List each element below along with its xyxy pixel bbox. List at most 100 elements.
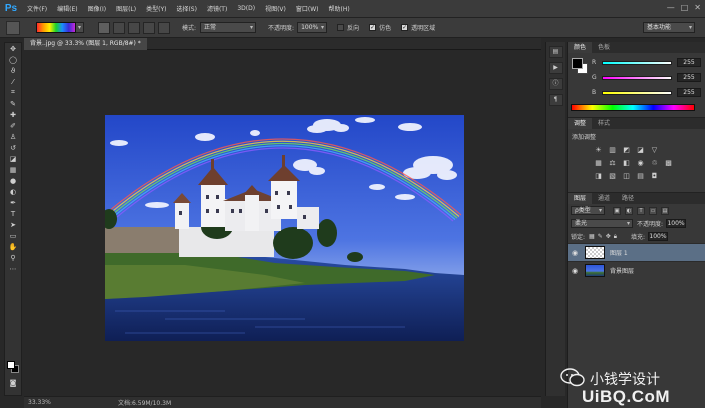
lock-position-icon[interactable]: ✥ [606,233,611,241]
red-value-field[interactable]: 255 [677,58,701,67]
color-lookup-icon[interactable]: ▩ [664,159,673,168]
curves-icon[interactable]: ◩ [622,146,631,155]
tab-adjustments[interactable]: 调整 [568,118,593,129]
tab-swatches[interactable]: 色板 [592,42,616,53]
eyedropper-tool-icon[interactable]: ✎ [5,98,21,109]
path-select-tool-icon[interactable]: ➤ [5,219,21,230]
threshold-icon[interactable]: ◫ [622,172,631,181]
clone-stamp-tool-icon[interactable]: ♙ [5,131,21,142]
marquee-tool-icon[interactable]: ◯ [5,54,21,65]
filter-shape-icon[interactable]: ▭ [649,206,657,215]
lasso-tool-icon[interactable]: ϑ [5,65,21,76]
history-panel-icon[interactable]: ▤ [548,46,563,58]
layer-opacity-field[interactable]: 100% [666,219,687,228]
color-balance-icon[interactable]: ⚖ [608,159,617,168]
posterize-icon[interactable]: ▧ [608,172,617,181]
properties-panel-icon[interactable]: ⓘ [548,78,563,90]
visibility-eye-icon[interactable]: ◉ [568,249,582,257]
vibrance-icon[interactable]: ▽ [650,146,659,155]
menu-filter[interactable]: 滤镜(T) [202,4,232,13]
hue-saturation-icon[interactable]: ▦ [594,159,603,168]
workspace-dropdown[interactable]: 基本功能 [643,22,695,33]
crop-tool-icon[interactable]: ⌗ [5,87,21,98]
maximize-icon[interactable]: □ [681,3,689,12]
filter-type-icon[interactable]: T [637,206,645,215]
menu-edit[interactable]: 编辑(E) [52,4,82,13]
move-tool-icon[interactable]: ✥ [5,43,21,54]
black-white-icon[interactable]: ◧ [622,159,631,168]
filter-smart-object-icon[interactable]: ▤ [661,206,669,215]
invert-icon[interactable]: ◨ [594,172,603,181]
menu-layer[interactable]: 图层(L) [111,4,141,13]
document-tab[interactable]: 背景..jpg @ 33.3% (图层 1, RGB/8#) * [24,38,147,50]
lock-all-icon[interactable]: 🔒︎ [614,233,617,241]
brightness-icon[interactable]: ☀ [594,146,603,155]
opacity-field[interactable]: 100% [297,22,328,33]
color-spectrum-bar[interactable] [571,104,695,111]
tab-styles[interactable]: 样式 [592,118,616,129]
red-slider[interactable] [602,60,672,65]
pen-tool-icon[interactable]: ✒ [5,197,21,208]
menu-3d[interactable]: 3D(D) [232,5,260,12]
radial-gradient-icon[interactable] [113,21,125,34]
tab-channels[interactable]: 通道 [592,193,616,204]
paragraph-panel-icon[interactable]: ¶ [548,94,563,106]
layer-row[interactable]: ◉ 背景图层 [568,261,705,279]
diamond-gradient-icon[interactable] [158,21,170,34]
history-brush-tool-icon[interactable]: ↺ [5,142,21,153]
reflected-gradient-icon[interactable] [143,21,155,34]
menu-select[interactable]: 选择(S) [171,4,202,13]
photo-filter-icon[interactable]: ◉ [636,159,645,168]
dodge-tool-icon[interactable]: ◐ [5,186,21,197]
green-value-field[interactable]: 255 [677,73,701,82]
blur-tool-icon[interactable]: ● [5,175,21,186]
shape-tool-icon[interactable]: ▭ [5,230,21,241]
menu-window[interactable]: 窗口(W) [291,4,324,13]
close-icon[interactable]: ✕ [694,3,701,12]
blend-mode-dropdown[interactable]: 柔光 [571,219,633,228]
minimize-icon[interactable]: — [667,3,675,12]
blue-slider[interactable] [602,90,672,95]
menu-view[interactable]: 视图(V) [260,4,291,13]
menu-help[interactable]: 帮助(H) [324,4,355,13]
tab-layers[interactable]: 图层 [568,193,593,204]
menu-image[interactable]: 图像(I) [83,4,111,13]
gradient-tool-icon[interactable]: ▦ [5,164,21,175]
green-slider[interactable] [602,75,672,80]
gradient-picker[interactable] [36,22,76,33]
menu-type[interactable]: 类型(Y) [141,4,171,13]
blue-value-field[interactable]: 255 [677,88,701,97]
zoom-tool-icon[interactable]: ⚲ [5,252,21,263]
linear-gradient-icon[interactable] [98,21,110,34]
reverse-checkbox[interactable] [337,24,345,31]
angle-gradient-icon[interactable] [128,21,140,34]
fill-field[interactable]: 100% [648,232,668,241]
panel-foreground-swatch[interactable] [572,58,583,69]
layer-name[interactable]: 图层 1 [610,248,628,257]
filter-pixel-icon[interactable]: ▣ [613,206,621,215]
gradient-tool-preset-icon[interactable] [6,20,20,35]
mode-dropdown[interactable]: 正常 [200,22,257,33]
lock-transparent-icon[interactable]: ▦ [589,233,595,241]
selective-color-icon[interactable]: ◘ [650,172,659,181]
menu-file[interactable]: 文件(F) [22,4,52,13]
quick-mask-icon[interactable]: ◙ [5,377,21,388]
hand-tool-icon[interactable]: ✋ [5,241,21,252]
actions-panel-icon[interactable]: ▶ [548,62,563,74]
gradient-map-icon[interactable]: ▤ [636,172,645,181]
channel-mixer-icon[interactable]: ♲ [650,159,659,168]
dither-checkbox[interactable]: ✓ [369,24,377,31]
tab-paths[interactable]: 路径 [616,193,640,204]
chevron-down-icon[interactable]: ▾ [76,22,84,33]
levels-icon[interactable]: ▥ [608,146,617,155]
quick-select-tool-icon[interactable]: ⁄ [5,76,21,87]
layer-filter-dropdown[interactable]: ρ类型 [571,206,605,215]
exposure-icon[interactable]: ◪ [636,146,645,155]
eraser-tool-icon[interactable]: ◪ [5,153,21,164]
layer-row[interactable]: ◉ 图层 1 [568,243,705,261]
type-tool-icon[interactable]: T [5,208,21,219]
tab-color[interactable]: 颜色 [568,42,593,53]
visibility-eye-icon[interactable]: ◉ [568,267,582,275]
filter-adjustment-icon[interactable]: ◐ [625,206,633,215]
more-tools-icon[interactable]: ⋯ [5,263,21,274]
